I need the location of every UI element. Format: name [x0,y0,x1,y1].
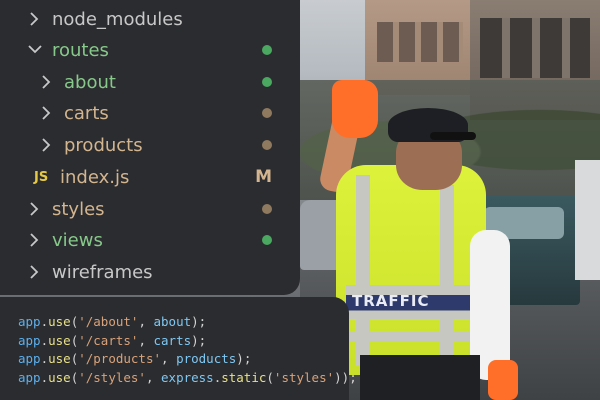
explorer-item-label: views [52,229,103,251]
officer-pants [360,355,480,400]
explorer-item-carts[interactable]: carts [0,98,300,128]
explorer-item-index-js[interactable]: JS index.js M [0,162,300,192]
explorer-item-label: routes [52,39,109,61]
chevron-down-icon [28,43,42,57]
js-file-icon: JS [34,169,49,185]
status-dot [262,108,272,118]
explorer-item-routes[interactable]: routes [0,35,300,65]
explorer-item-wireframes[interactable]: wireframes [0,257,300,287]
modified-badge: M [255,167,272,187]
route-handler: about [153,314,192,329]
code-line: app.use('/products', products); [18,351,252,366]
chevron-right-icon [40,138,54,152]
status-dot [262,140,272,150]
explorer-item-styles[interactable]: styles [0,194,300,224]
route-path: '/products' [78,351,162,366]
chevron-right-icon [28,265,42,279]
code-line: app.use('/carts', carts); [18,332,207,348]
status-dot [262,204,272,214]
explorer-item-label: index.js [60,166,130,188]
route-path: '/about' [78,314,139,329]
explorer-item-label: wireframes [52,261,153,283]
chevron-right-icon [40,75,54,89]
chevron-right-icon [40,106,54,120]
orange-glove [488,360,518,400]
status-dot [262,45,272,55]
explorer-item-about[interactable]: about [0,67,300,97]
car [575,160,600,280]
route-handler: products [176,351,237,366]
orange-glove [332,80,378,138]
code-line: app.use('/styles', express.static('style… [18,369,357,385]
explorer-item-node-modules[interactable]: node_modules [0,4,300,34]
route-path: '/carts' [78,332,139,348]
explorer-item-products[interactable]: products [0,130,300,160]
route-path: '/styles' [78,369,146,385]
explorer-item-label: products [64,134,143,156]
chevron-right-icon [28,202,42,216]
route-handler: carts [153,332,192,348]
code-line: app.use('/about', about); [18,314,207,329]
file-explorer: node_modulesroutes about carts products JS in… [0,0,300,295]
vest-label: TRAFFIC [352,292,430,310]
explorer-item-label: styles [52,198,105,220]
explorer-item-label: node_modules [52,8,183,30]
status-dot [262,235,272,245]
explorer-item-label: about [64,71,116,93]
chevron-right-icon [28,12,42,26]
status-dot [262,77,272,87]
explorer-item-label: carts [64,102,109,124]
explorer-item-views[interactable]: views [0,225,300,255]
code-snippet: app.use('/about', about); app.use('/carts… [0,297,357,400]
chevron-right-icon [28,233,42,247]
